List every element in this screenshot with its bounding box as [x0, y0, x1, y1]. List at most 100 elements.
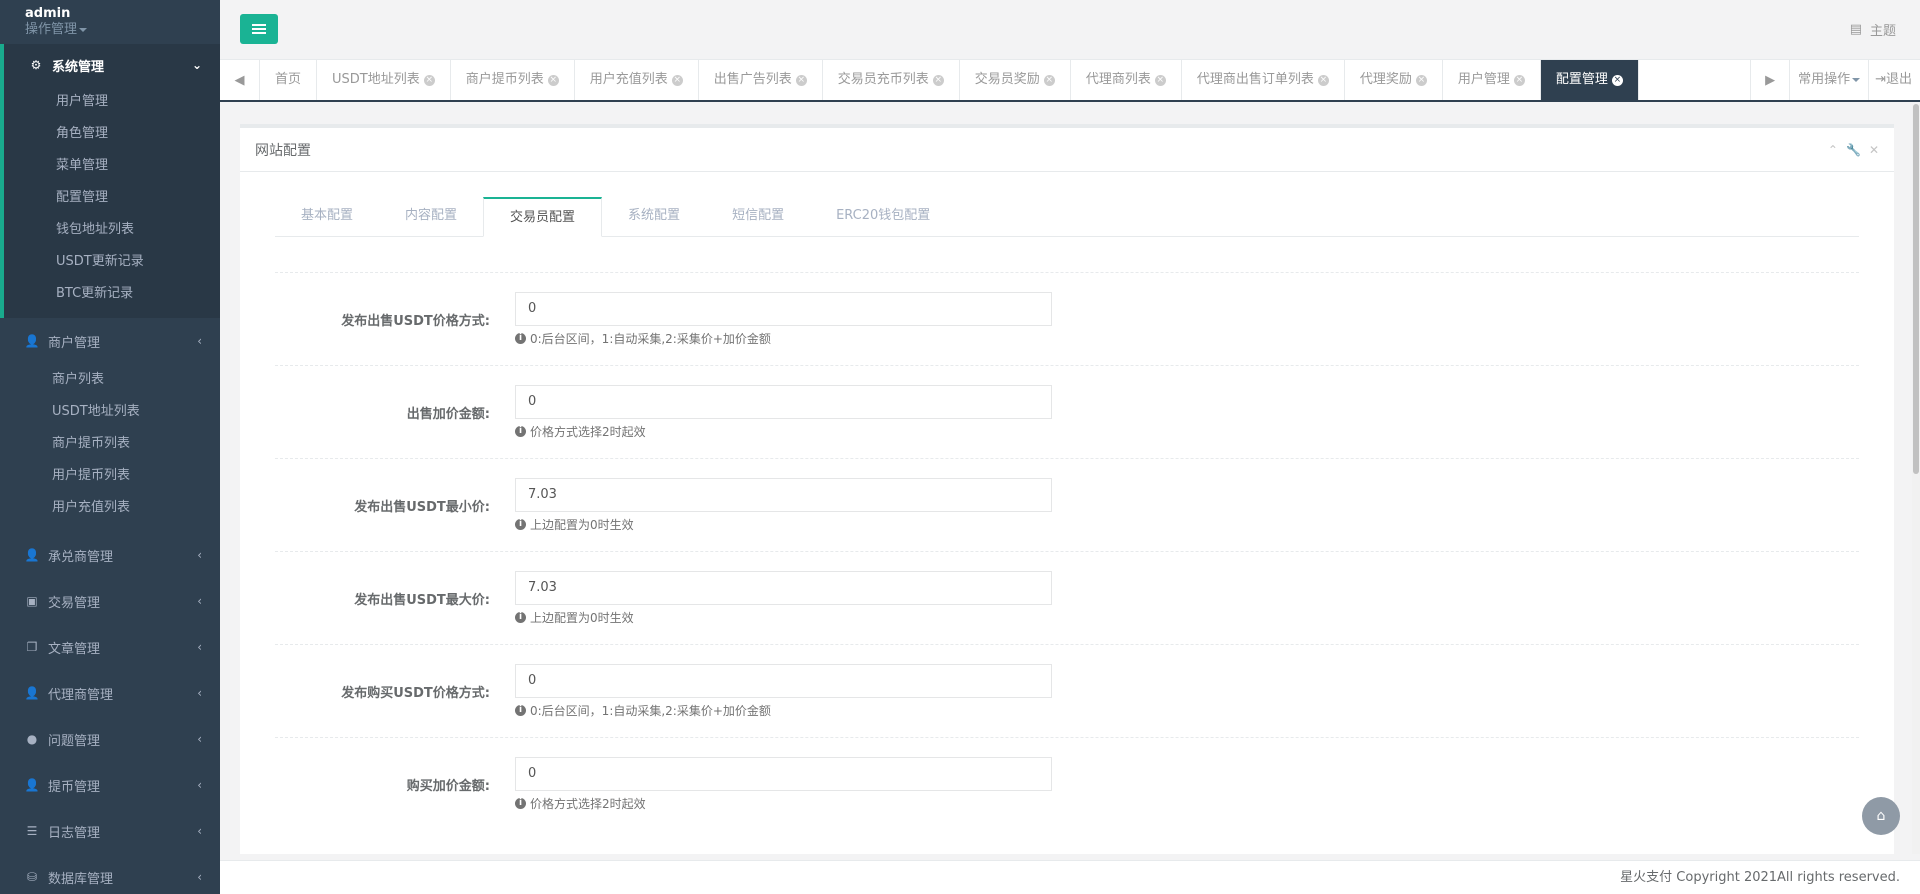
tab-trader-reward[interactable]: 交易员奖励 ×	[960, 60, 1071, 100]
sidebar-item-user-withdraw-list[interactable]: 用户提币列表	[0, 460, 220, 492]
menu-label: 交易管理	[48, 595, 101, 611]
chevron-left-icon: ‹	[197, 732, 202, 746]
sidebar-item-user-management[interactable]: 用户管理	[4, 86, 220, 118]
close-icon[interactable]: ×	[1154, 74, 1166, 86]
close-icon[interactable]: ×	[1611, 74, 1623, 86]
logout-button[interactable]: ⇥退出	[1869, 60, 1920, 100]
tab-trader-deposit-list[interactable]: 交易员充币列表 ×	[823, 60, 960, 100]
sidebar-item-role-management[interactable]: 角色管理	[4, 118, 220, 150]
tab-usdt-address-list[interactable]: USDT地址列表 ×	[317, 60, 451, 100]
close-icon[interactable]: ✕	[1869, 143, 1879, 157]
menu-head-merchant[interactable]: 👤 商户管理 ‹	[0, 318, 220, 364]
menu-head-acceptor[interactable]: 👤 承兑商管理 ‹	[0, 532, 220, 578]
sidebar-item-merchant-list[interactable]: 商户列表	[0, 364, 220, 396]
common-operations-dropdown[interactable]: 常用操作	[1790, 60, 1870, 100]
close-icon[interactable]: ×	[1415, 74, 1427, 86]
caret-down-icon	[79, 27, 88, 32]
tab-erc20-wallet-config[interactable]: ERC20钱包配置	[810, 197, 956, 236]
user-icon: 👤	[24, 334, 40, 348]
content-scrollbar[interactable]	[1912, 104, 1920, 854]
tab-home[interactable]: 首页	[260, 60, 318, 100]
tabbar-right: ▶ 常用操作 ⇥退出	[1750, 60, 1920, 100]
tab-content-config[interactable]: 内容配置	[379, 197, 483, 236]
close-icon[interactable]: ×	[547, 74, 559, 86]
config-form: 发布出售USDT价格方式: 0 i 0:后台区间，1:自动采集,2:采集价+加价金…	[275, 237, 1859, 830]
tab-sell-ad-list[interactable]: 出售广告列表 ×	[699, 60, 823, 100]
copy-icon: ❐	[26, 640, 38, 654]
menu-head-withdraw[interactable]: 👤 提币管理 ‹	[0, 762, 220, 808]
tab-trader-config[interactable]: 交易员配置	[483, 197, 603, 237]
tab-agent-list[interactable]: 代理商列表 ×	[1071, 60, 1182, 100]
menu-head-log[interactable]: ☰ 日志管理 ‹	[0, 808, 220, 854]
sidebar-item-usdt-update-log[interactable]: USDT更新记录	[4, 246, 220, 278]
sidebar-item-config-management[interactable]: 配置管理	[4, 182, 220, 214]
menu-head-system[interactable]: ⚙ 系统管理 ⌄	[4, 44, 220, 86]
tabs-scroll-left-button[interactable]: ◀	[220, 60, 260, 100]
field-group: 0 i 0:后台区间，1:自动采集,2:采集价+加价金额	[515, 663, 1859, 719]
help-text: 价格方式选择2时起效	[530, 796, 646, 811]
tab-user-management[interactable]: 用户管理 ×	[1443, 60, 1541, 100]
field-help: i 价格方式选择2时起效	[515, 795, 1859, 812]
sell-max-price-input[interactable]: 7.03	[515, 570, 1052, 605]
field-group: 0 i 价格方式选择2时起效	[515, 384, 1859, 440]
sidebar-item-menu-management[interactable]: 菜单管理	[4, 150, 220, 182]
panel-title: 网站配置	[255, 142, 311, 159]
menu-head-agent[interactable]: 👤 代理商管理 ‹	[0, 670, 220, 716]
sidebar-item-user-recharge-list[interactable]: 用户充值列表	[0, 492, 220, 524]
menu-head-trade[interactable]: ▣ 交易管理 ‹	[0, 578, 220, 624]
help-text: 上边配置为0时生效	[530, 610, 634, 625]
sell-markup-amount-input[interactable]: 0	[515, 384, 1052, 419]
field-group: 0 i 价格方式选择2时起效	[515, 756, 1859, 812]
buy-markup-amount-input[interactable]: 0	[515, 756, 1052, 791]
close-icon[interactable]: ×	[671, 74, 683, 86]
role-dropdown[interactable]: 操作管理	[25, 22, 220, 38]
close-icon[interactable]: ×	[1043, 74, 1055, 86]
close-icon[interactable]: ×	[423, 74, 435, 86]
menu-label: 问题管理	[48, 733, 101, 749]
sidebar-toggle-button[interactable]	[240, 14, 278, 44]
scrollbar-thumb[interactable]	[1913, 104, 1919, 474]
info-icon: i	[515, 425, 526, 437]
menu-head-question[interactable]: ● 问题管理 ‹	[0, 716, 220, 762]
sell-price-mode-input[interactable]: 0	[515, 291, 1052, 326]
sell-min-price-input[interactable]: 7.03	[515, 477, 1052, 512]
tab-config-management[interactable]: 配置管理 ×	[1540, 60, 1639, 100]
close-icon[interactable]: ×	[1317, 74, 1329, 86]
menu-head-database[interactable]: ⛁ 数据库管理 ‹	[0, 854, 220, 894]
submenu-system: 用户管理 角色管理 菜单管理 配置管理 钱包地址列表 USDT更新记录 BTC更…	[4, 86, 220, 318]
tab-agent-sell-order-list[interactable]: 代理商出售订单列表 ×	[1182, 60, 1345, 100]
menu-label: 数据库管理	[48, 871, 114, 887]
sidebar-item-wallet-address-list[interactable]: 钱包地址列表	[4, 214, 220, 246]
form-row: 发布购买USDT价格方式: 0 i 0:后台区间，1:自动采集,2:采集价+加价金…	[275, 644, 1859, 737]
sidebar-item-merchant-withdraw-list[interactable]: 商户提币列表	[0, 428, 220, 460]
role-label: 操作管理	[25, 22, 78, 37]
collapse-icon[interactable]: ⌃	[1828, 143, 1838, 157]
tab-merchant-withdraw-list[interactable]: 商户提币列表 ×	[451, 60, 575, 100]
theme-button[interactable]: ▤ 主题	[1850, 20, 1896, 39]
chevron-down-icon: ⌄	[191, 58, 202, 72]
buy-price-mode-input[interactable]: 0	[515, 663, 1052, 698]
theme-label: 主题	[1869, 24, 1896, 39]
menu-head-article[interactable]: ❐ 文章管理 ‹	[0, 624, 220, 670]
wrench-icon[interactable]: 🔧	[1846, 143, 1861, 157]
tab-agent-reward[interactable]: 代理奖励 ×	[1345, 60, 1443, 100]
tab-label: 代理奖励	[1359, 72, 1412, 87]
tasks-icon: ▤	[1849, 22, 1862, 37]
sidebar-item-btc-update-log[interactable]: BTC更新记录	[4, 278, 220, 310]
tab-label: 出售广告列表	[713, 72, 792, 87]
user-profile[interactable]: admin 操作管理	[0, 0, 220, 44]
tab-user-recharge-list[interactable]: 用户充值列表 ×	[575, 60, 699, 100]
tabs-scroll-right-button[interactable]: ▶	[1750, 60, 1791, 100]
menu-label: 提币管理	[48, 779, 101, 795]
tab-sms-config[interactable]: 短信配置	[706, 197, 810, 236]
tab-system-config[interactable]: 系统配置	[602, 197, 706, 236]
close-icon[interactable]: ×	[932, 74, 944, 86]
back-to-top-button[interactable]: ⌂	[1862, 797, 1900, 835]
tab-basic-config[interactable]: 基本配置	[275, 197, 379, 236]
menu-label: 文章管理	[48, 641, 101, 657]
menu-group-database: ⛁ 数据库管理 ‹	[0, 854, 220, 894]
close-icon[interactable]: ×	[1513, 74, 1525, 86]
footer: 星火支付 Copyright 2021All rights reserved.	[220, 860, 1920, 894]
sidebar-item-usdt-address-list[interactable]: USDT地址列表	[0, 396, 220, 428]
close-icon[interactable]: ×	[795, 74, 807, 86]
